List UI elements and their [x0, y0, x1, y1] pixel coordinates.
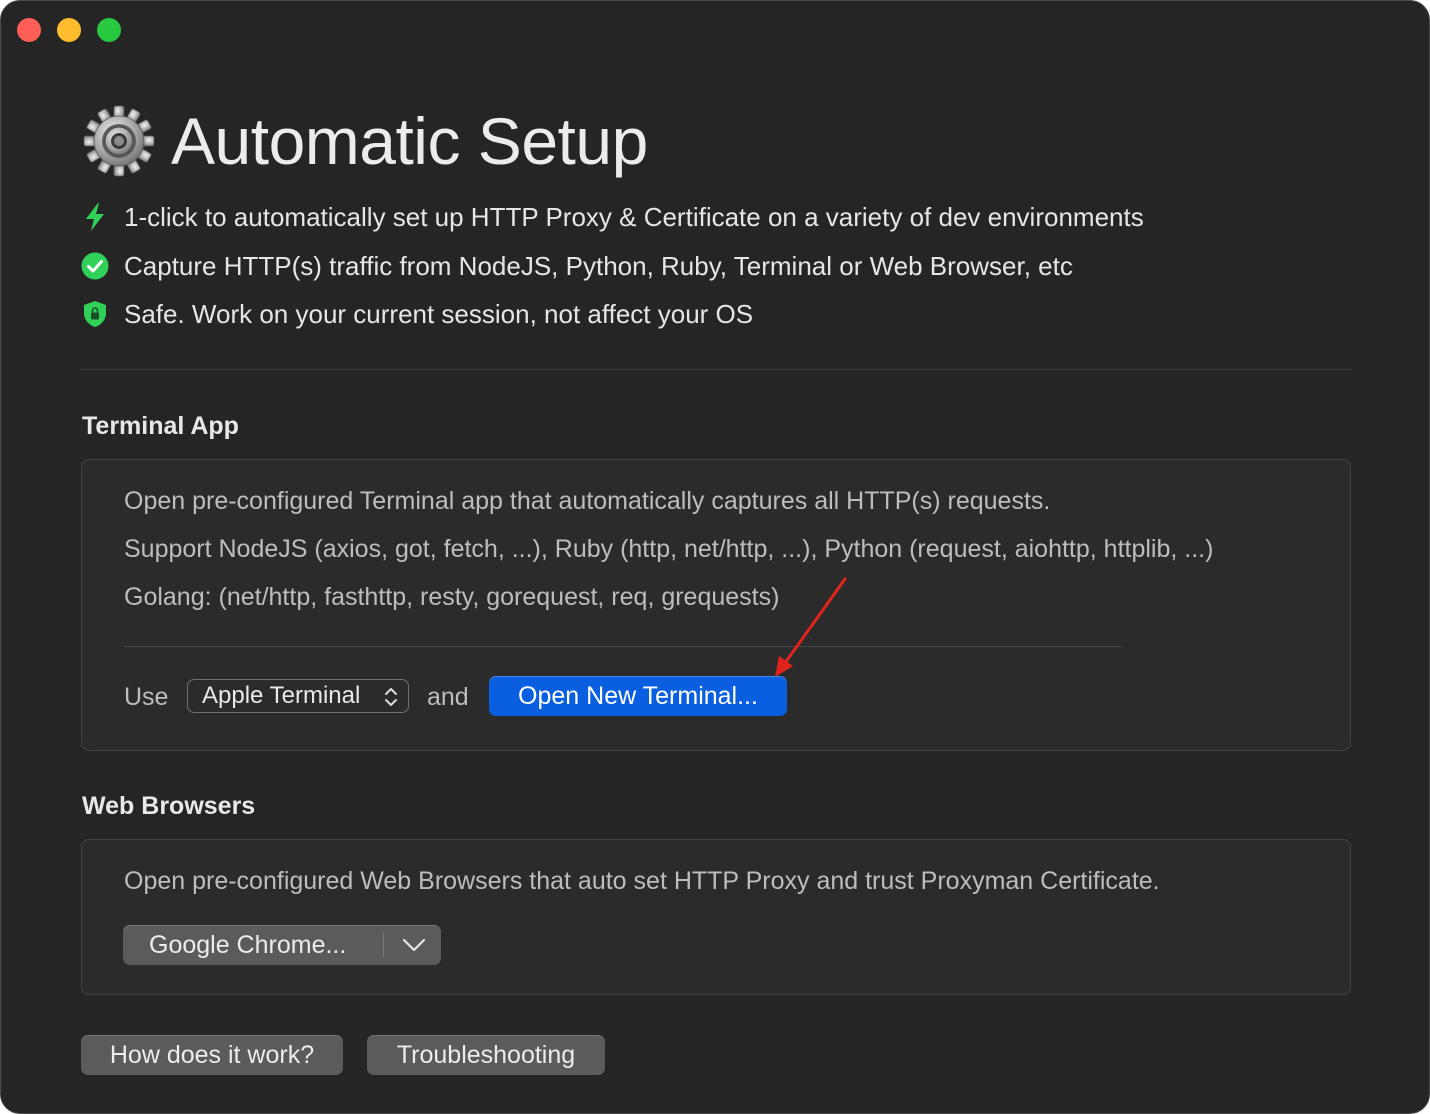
window-minimize-button[interactable]	[57, 18, 81, 42]
window-zoom-button[interactable]	[97, 18, 121, 42]
terminal-app-select[interactable]: Apple Terminal	[187, 679, 409, 713]
browsers-description: Open pre-configured Web Browsers that au…	[124, 867, 1160, 895]
troubleshooting-button[interactable]: Troubleshooting	[367, 1035, 605, 1075]
page-title: Automatic Setup	[171, 104, 648, 178]
web-browsers-panel: Open pre-configured Web Browsers that au…	[81, 839, 1351, 995]
web-browsers-section-title: Web Browsers	[82, 792, 256, 820]
terminal-golang-line: Golang: (net/http, fasthttp, resty, gore…	[124, 583, 780, 611]
lightning-icon	[81, 203, 109, 231]
troubleshooting-label: Troubleshooting	[396, 1040, 576, 1069]
combo-separator	[383, 933, 384, 957]
automatic-setup-window: Automatic Setup 1-click to automatically…	[0, 0, 1430, 1114]
open-browser-combo-button[interactable]: Google Chrome...	[123, 925, 441, 965]
gear-icon	[83, 105, 155, 177]
feature-item-safe: Safe. Work on your current session, not …	[81, 298, 753, 330]
and-label: and	[427, 683, 469, 711]
feature-item-capture: Capture HTTP(s) traffic from NodeJS, Pyt…	[81, 250, 1073, 282]
how-does-it-work-label: How does it work?	[109, 1040, 315, 1069]
terminal-app-panel: Open pre-configured Terminal app that au…	[81, 459, 1351, 751]
up-down-chevron-icon	[382, 685, 400, 714]
open-new-terminal-label: Open New Terminal...	[518, 681, 758, 710]
open-new-terminal-button[interactable]: Open New Terminal...	[489, 676, 787, 716]
feature-item-one-click: 1-click to automatically set up HTTP Pro…	[81, 201, 1144, 233]
terminal-description-line: Open pre-configured Terminal app that au…	[124, 487, 1051, 515]
how-does-it-work-button[interactable]: How does it work?	[81, 1035, 343, 1075]
feature-text: Capture HTTP(s) traffic from NodeJS, Pyt…	[124, 250, 1073, 281]
terminal-panel-divider	[124, 646, 1122, 647]
window-close-button[interactable]	[17, 18, 41, 42]
shield-lock-icon	[81, 300, 109, 328]
chevron-down-icon[interactable]	[401, 935, 427, 960]
terminal-app-select-value: Apple Terminal	[202, 682, 361, 709]
terminal-section-title: Terminal App	[82, 412, 239, 440]
feature-text: Safe. Work on your current session, not …	[124, 298, 754, 329]
checkmark-circle-icon	[81, 252, 109, 280]
header-divider	[81, 369, 1351, 370]
page-header: Automatic Setup	[83, 101, 648, 181]
use-label: Use	[124, 683, 169, 711]
terminal-support-line: Support NodeJS (axios, got, fetch, ...),…	[124, 535, 1214, 563]
open-browser-button-label: Google Chrome...	[149, 931, 347, 959]
feature-text: 1-click to automatically set up HTTP Pro…	[124, 201, 1144, 232]
